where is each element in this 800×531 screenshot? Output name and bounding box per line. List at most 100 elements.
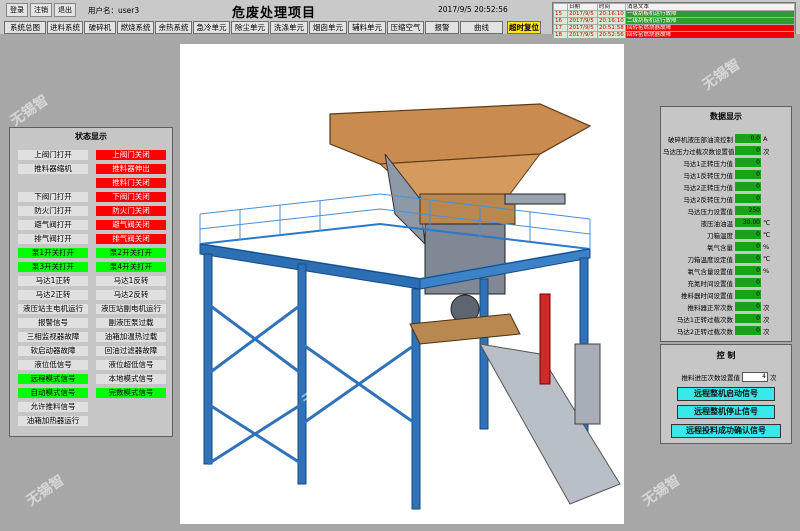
status-down-valve-closed: 下阀门关闭 — [96, 192, 166, 202]
crusher-structure-drawing — [199, 103, 621, 510]
alarm-col-time: 时间 — [597, 3, 626, 11]
data-value: 0 — [735, 146, 761, 155]
data-value: 250 — [735, 206, 761, 215]
nav-quench[interactable]: 急冷单元 — [193, 21, 230, 34]
alarm-date: 2017/9/5 — [567, 10, 598, 18]
nav-waste-heat[interactable]: 余热系统 — [155, 21, 192, 34]
push-count-label: 推料进压次数设置值 — [681, 373, 741, 382]
push-count-setting: 推料进压次数设置值 4 次 — [662, 371, 780, 382]
user-name: 用户名：user3 — [88, 5, 140, 15]
data-row: 氧气含量设置值 0% — [663, 265, 781, 276]
data-unit: ℃ — [763, 230, 771, 239]
remote-stop-button[interactable]: 远程整机停止信号 — [677, 405, 775, 419]
data-value: 0 — [735, 170, 761, 179]
data-row: 马达2正转压力值 0 — [663, 181, 781, 192]
data-row: 马达2反转压力值 0 — [663, 193, 781, 204]
data-row: 马达2正转过载次数 0 次 — [663, 325, 781, 336]
data-value: 0 — [735, 326, 761, 335]
nav-combustion[interactable]: 燃烧系统 — [117, 21, 154, 34]
data-row: 刀箱温度 0 ℃ — [663, 229, 781, 240]
alarm-msg: 回转窑燃烧器故障 — [625, 31, 795, 39]
nav-compressed-air[interactable]: 压缩空气 — [387, 21, 424, 34]
status-3phase-fault: 三相监视器故障 — [18, 332, 88, 342]
status-pump4-on: 泵4开关打开 — [96, 262, 166, 272]
data-unit: 次 — [763, 327, 770, 336]
data-label: 氧气含量 — [707, 243, 733, 252]
alarm-col-date: 日期 — [567, 3, 598, 11]
status-filter-fault: 回油过滤器故障 — [96, 346, 166, 356]
data-label: 马达2正转过载次数 — [676, 327, 733, 336]
data-label: 马达1正转压力值 — [683, 159, 733, 168]
alarm-num: 15 — [553, 10, 568, 18]
nav-scrubber[interactable]: 洗涤单元 — [270, 21, 308, 34]
status-remote-mode: 远程模式信号 — [18, 374, 88, 384]
status-softstart-fault: 软启动器故障 — [18, 346, 88, 356]
data-value: 0 — [735, 242, 761, 251]
login-button[interactable]: 登录 — [6, 3, 28, 17]
data-row: 破碎机液压部油流控制 0.0 A — [663, 133, 781, 144]
data-unit: % — [763, 266, 770, 275]
status-up-valve-closed: 上阀门关闭 — [96, 150, 166, 160]
data-label: 刀箱温度 — [707, 231, 733, 240]
alarm-num: 17 — [553, 24, 568, 32]
watermark: 无锡智 — [639, 472, 684, 510]
push-count-input[interactable]: 4 — [742, 371, 768, 382]
alarm-row[interactable]: 18 2017/9/5 20:52:56 回转窑燃烧器故障 — [553, 31, 795, 39]
data-unit: 次 — [763, 147, 770, 156]
data-value: 0 — [735, 158, 761, 167]
status-pusher-retract: 推料器缩机 — [18, 164, 88, 174]
data-value: 0 — [735, 278, 761, 287]
status-main-motor: 液压站主电机运行 — [18, 304, 88, 314]
watermark: 无锡智 — [23, 472, 68, 510]
data-value: 0 — [735, 230, 761, 239]
data-label: 推料器时间设置值 — [681, 291, 733, 300]
alarm-time: 20:16:10 — [597, 17, 626, 25]
nav-alarm[interactable]: 报警 — [425, 21, 459, 34]
timeout-reset-button[interactable]: 超时复位 — [507, 21, 541, 34]
alarm-date: 2017/9/5 — [567, 31, 598, 39]
nav-auxiliary[interactable]: 辅料单元 — [348, 21, 386, 34]
data-label: 氧气含量设置值 — [687, 267, 734, 276]
alarm-row[interactable]: 17 2017/9/5 20:51:58 回转窑燃烧器故障 — [553, 24, 795, 32]
status-heater-overload: 油箱加温热过载 — [96, 332, 166, 342]
push-count-unit: 次 — [770, 373, 777, 382]
status-auto-mode: 自动模式信号 — [18, 388, 88, 398]
cylinder-arm — [504, 193, 566, 205]
feed-confirm-button[interactable]: 远程投料成功确认信号 — [671, 424, 781, 438]
nav-chimney[interactable]: 烟囱单元 — [309, 21, 347, 34]
logout-button[interactable]: 注销 — [30, 3, 52, 17]
red-pipe — [539, 293, 551, 385]
status-motor2-fwd: 马达2正转 — [18, 290, 88, 300]
data-row: 马达1反转压力值 0 — [663, 169, 781, 180]
nav-system-overview[interactable]: 系统总图 — [4, 21, 46, 34]
alarm-num: 18 — [553, 31, 568, 39]
alarm-row[interactable]: 15 2017/9/5 20:16:10 一级刮板机运行故障 — [553, 10, 795, 18]
alarm-row[interactable]: 16 2017/9/5 20:16:10 二级刮板机运行故障 — [553, 17, 795, 25]
alarm-time: 20:16:10 — [597, 10, 626, 18]
alarm-msg: 二级刮板机运行故障 — [625, 17, 795, 25]
data-row: 液压油油温 30.00 ℃ — [663, 217, 781, 228]
alarm-list[interactable]: 日期 时间 消息文本 15 2017/9/5 20:16:10 一级刮板机运行故… — [552, 2, 796, 39]
remote-start-button[interactable]: 远程整机启动信号 — [677, 387, 775, 401]
data-value: 0 — [735, 194, 761, 203]
user-area: 登录 注销 退出 用户名：user3 — [6, 3, 139, 17]
nav-feeding[interactable]: 进料系统 — [47, 21, 83, 34]
data-row: 马达压力设置值 250 — [663, 205, 781, 216]
data-unit: ℃ — [763, 254, 771, 263]
data-label: 马达2反转压力值 — [683, 195, 733, 204]
watermark: 无锡智 — [699, 56, 744, 94]
data-row: 刀箱温度设定值 0 ℃ — [663, 253, 781, 264]
page-title: 危废处理项目 — [232, 6, 317, 21]
alarm-header: 日期 时间 消息文本 — [553, 3, 795, 11]
exit-button[interactable]: 退出 — [54, 3, 76, 17]
nav-trend[interactable]: 曲线 — [460, 21, 503, 34]
alarm-msg: 回转窑燃烧器故障 — [625, 24, 795, 32]
data-row: 充氮时间设置值 0 — [663, 277, 781, 288]
status-exhaust-valve-closed: 排气阀关闭 — [96, 234, 166, 244]
nav-crusher[interactable]: 破碎机 — [84, 21, 116, 34]
status-alarm-signal: 报警信号 — [18, 318, 88, 328]
status-pusher-extend: 推料器伸出 — [96, 164, 166, 174]
status-vent-valve-closed: 避气阀关闭 — [96, 220, 166, 230]
nav-dedust[interactable]: 除尘单元 — [231, 21, 269, 34]
data-label: 马达1正转过载次数 — [676, 315, 733, 324]
